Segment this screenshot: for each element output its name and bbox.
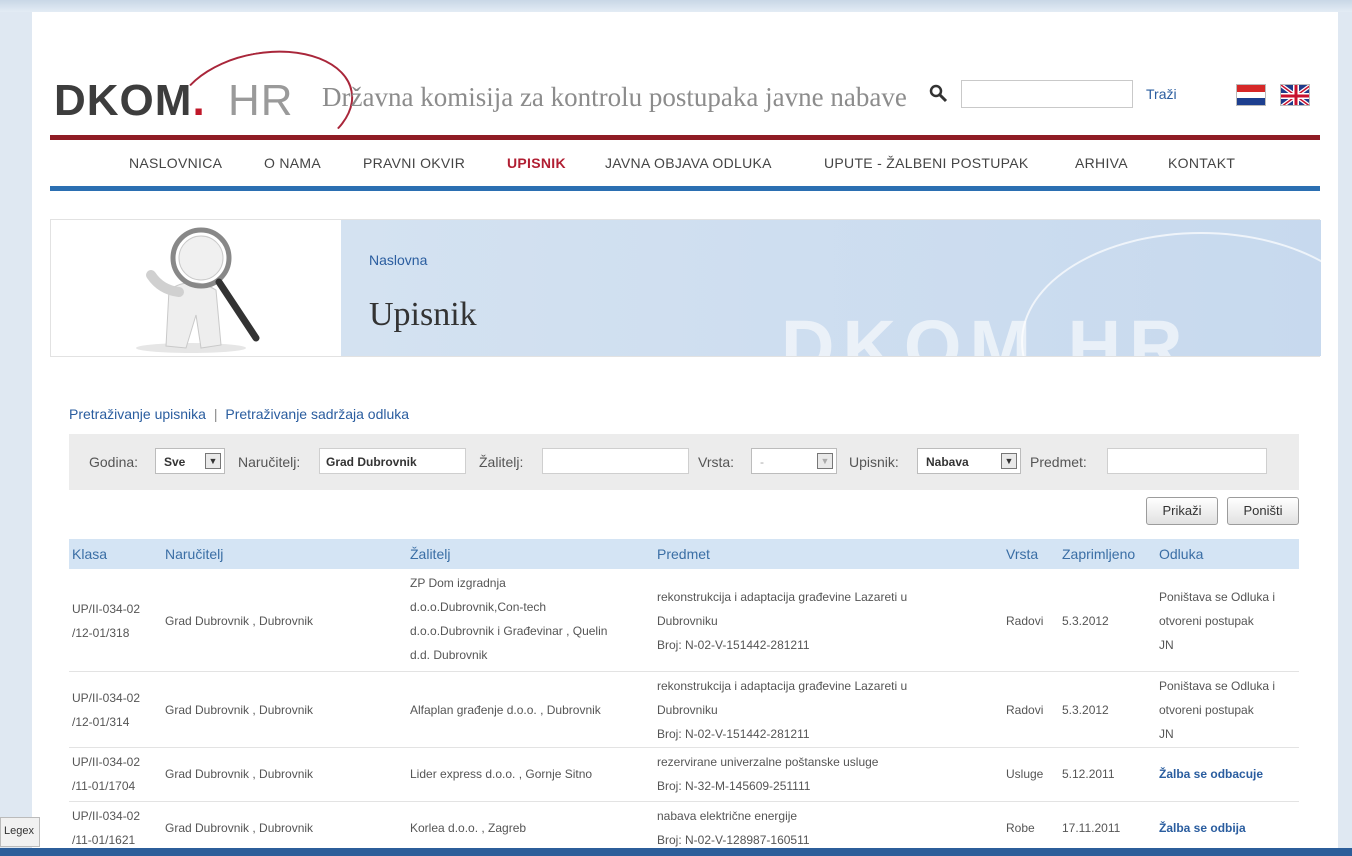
reset-button[interactable]: Poništi: [1227, 497, 1299, 525]
taskbar: [0, 848, 1352, 856]
cell-zaprimljeno: 5.3.2012: [1062, 614, 1109, 628]
search-links: Pretraživanje upisnika | Pretraživanje s…: [69, 406, 409, 422]
zalitelj-input[interactable]: [542, 448, 689, 474]
col-klasa[interactable]: Klasa: [72, 546, 107, 562]
col-predmet[interactable]: Predmet: [657, 546, 710, 562]
search-input[interactable]: [961, 80, 1133, 108]
dkom-logo[interactable]: DKOM. HR: [54, 37, 363, 177]
narucitelj-label: Naručitelj:: [238, 454, 301, 470]
filter-bar: Godina: Sve ▼ Naručitelj: Grad Dubrovnik…: [69, 434, 1299, 490]
page-title: Upisnik: [369, 296, 477, 333]
web-page: DKOM. HR Državna komisija za kontrolu po…: [32, 12, 1338, 856]
nav-naslovnica[interactable]: NASLOVNICA: [129, 155, 222, 171]
col-vrsta[interactable]: Vrsta: [1006, 546, 1038, 562]
cell-predmet: rekonstrukcija i adaptacija građevine La…: [657, 590, 908, 652]
cell-narucitelj: Grad Dubrovnik , Dubrovnik: [165, 767, 314, 781]
uk-flag-icon[interactable]: [1280, 84, 1310, 106]
godina-value: Sve: [164, 455, 186, 469]
nav-javna-objava[interactable]: JAVNA OBJAVA ODLUKA: [605, 155, 772, 171]
logo-suffix: HR: [228, 76, 294, 125]
cell-odluka-link[interactable]: Žalba se odbija: [1159, 816, 1246, 840]
cell-klasa: UP/II-034-02/11-01/1621: [72, 809, 141, 847]
nav-upisnik[interactable]: UPISNIK: [507, 155, 566, 171]
cell-predmet: rekonstrukcija i adaptacija građevine La…: [657, 679, 908, 741]
search-content-link[interactable]: Pretraživanje sadržaja odluka: [225, 406, 409, 422]
narucitelj-input[interactable]: Grad Dubrovnik: [319, 448, 466, 474]
col-narucitelj[interactable]: Naručitelj: [165, 546, 223, 562]
banner-title-panel: DKOM.HR Naslovna Upisnik: [341, 220, 1321, 356]
cell-klasa: UP/II-034-02/12-01/318: [72, 602, 141, 640]
upisnik-select[interactable]: Nabava ▼: [917, 448, 1021, 474]
search-icon: [927, 82, 949, 104]
zalitelj-label: Žalitelj:: [479, 454, 524, 470]
col-zaprimljeno[interactable]: Zaprimljeno: [1062, 546, 1135, 562]
cell-vrsta: Radovi: [1006, 614, 1044, 628]
cell-vrsta: Usluge: [1006, 767, 1044, 781]
cell-odluka-link[interactable]: Žalba se odbacuje: [1159, 762, 1263, 786]
nav-o-nama[interactable]: O NAMA: [264, 155, 321, 171]
logo-main: DKOM.: [54, 76, 206, 125]
cell-klasa: UP/II-034-02/11-01/1704: [72, 755, 141, 793]
cell-narucitelj: Grad Dubrovnik , Dubrovnik: [165, 703, 314, 717]
search-button[interactable]: Traži: [1146, 86, 1177, 102]
dropdown-arrow-icon: ▼: [1001, 453, 1017, 469]
cell-vrsta: Radovi: [1006, 703, 1044, 717]
table-header: Klasa Naručitelj Žalitelj Predmet Vrsta …: [69, 539, 1299, 569]
site-tagline: Državna komisija za kontrolu postupaka j…: [322, 82, 907, 112]
col-zalitelj[interactable]: Žalitelj: [410, 546, 450, 562]
dropdown-arrow-icon: ▼: [817, 453, 833, 469]
page-banner: DKOM.HR Naslovna Upisnik: [50, 219, 1321, 357]
cell-narucitelj: Grad Dubrovnik , Dubrovnik: [165, 821, 314, 835]
nav-upute[interactable]: UPUTE - ŽALBENI POSTUPAK: [824, 155, 1029, 171]
cell-zaprimljeno: 5.3.2012: [1062, 703, 1109, 717]
croatian-flag-icon[interactable]: [1236, 84, 1266, 106]
vrsta-value: -: [760, 455, 764, 469]
cell-klasa: UP/II-034-02/12-01/314: [72, 691, 141, 729]
cell-zalitelj: Alfaplan građenje d.o.o. , Dubrovnik: [410, 703, 601, 717]
dropdown-arrow-icon: ▼: [205, 453, 221, 469]
cell-vrsta: Robe: [1006, 821, 1035, 835]
cell-zaprimljeno: 17.11.2011: [1062, 821, 1121, 835]
nav-kontakt[interactable]: KONTAKT: [1168, 155, 1235, 171]
banner-watermark: DKOM.HR: [781, 305, 1191, 356]
cell-narucitelj: Grad Dubrovnik , Dubrovnik: [165, 614, 314, 628]
cell-predmet: rezervirane univerzalne poštanske usluge…: [657, 755, 879, 793]
show-button[interactable]: Prikaži: [1146, 497, 1218, 525]
search-register-link[interactable]: Pretraživanje upisnika: [69, 406, 206, 422]
table-row[interactable]: UP/II-034-02/11-01/1704 Grad Dubrovnik ,…: [69, 748, 1299, 802]
predmet-label: Predmet:: [1030, 454, 1087, 470]
main-nav: NASLOVNICA O NAMA PRAVNI OKVIR UPISNIK J…: [50, 140, 1320, 186]
status-tab[interactable]: Legex: [0, 817, 40, 847]
vrsta-label: Vrsta:: [698, 454, 735, 470]
nav-arhiva[interactable]: ARHIVA: [1075, 155, 1128, 171]
nav-pravni-okvir[interactable]: PRAVNI OKVIR: [363, 155, 465, 171]
breadcrumb[interactable]: Naslovna: [369, 252, 427, 268]
cell-zalitelj: Lider express d.o.o. , Gornje Sitno: [410, 767, 593, 781]
cell-zalitelj: Korlea d.o.o. , Zagreb: [410, 821, 527, 835]
link-separator: |: [213, 406, 218, 422]
table-row[interactable]: UP/II-034-02/12-01/318 Grad Dubrovnik , …: [69, 569, 1299, 672]
cell-zalitelj: ZP Dom izgradnja d.o.o.Dubrovnik,Con-tech…: [410, 576, 608, 662]
upisnik-label: Upisnik:: [849, 454, 899, 470]
cell-odluka[interactable]: Poništava se Odluka i otvoreni postupak JN: [1159, 585, 1275, 657]
window-top-bar: [0, 0, 1352, 12]
vrsta-select[interactable]: - ▼: [751, 448, 837, 474]
header-blue-rule: [50, 186, 1320, 191]
table-row[interactable]: UP/II-034-02/12-01/314 Grad Dubrovnik , …: [69, 672, 1299, 748]
cell-odluka[interactable]: Poništava se Odluka i otvoreni postupak JN: [1159, 674, 1275, 746]
godina-select[interactable]: Sve ▼: [155, 448, 225, 474]
cell-predmet: nabava električne energije Broj: N-02-V-1…: [657, 809, 810, 847]
magnifier-figure-image: [51, 220, 341, 356]
predmet-input[interactable]: [1107, 448, 1267, 474]
col-odluka[interactable]: Odluka: [1159, 546, 1203, 562]
upisnik-value: Nabava: [926, 455, 969, 469]
godina-label: Godina:: [89, 454, 139, 470]
cell-zaprimljeno: 5.12.2011: [1062, 767, 1115, 781]
